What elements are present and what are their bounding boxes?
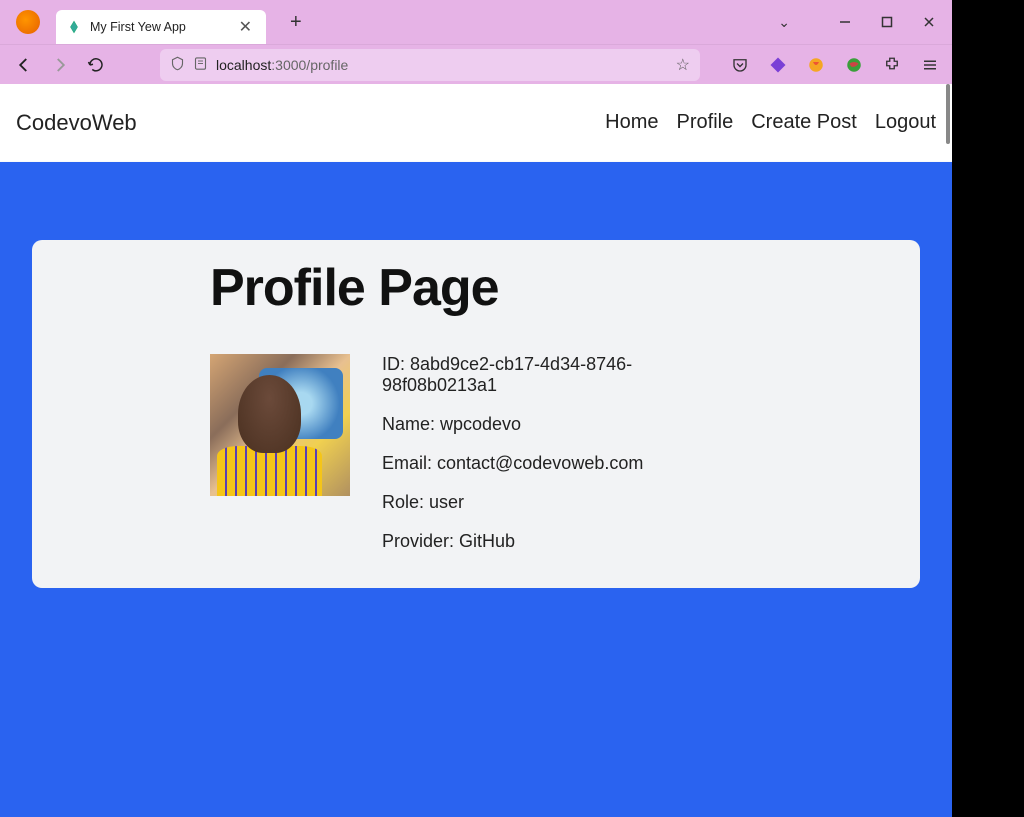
url-bar[interactable]: localhost:3000/profile ☆ [160,49,700,81]
nav-home[interactable]: Home [605,111,658,134]
profile-row: ID: 8abd9ce2-cb17-4d34-8746-98f08b0213a1… [210,354,742,552]
forward-button[interactable] [48,53,72,77]
app-header: CodevoWeb Home Profile Create Post Logou… [0,84,952,162]
url-text: localhost:3000/profile [216,57,668,73]
close-window-button[interactable] [922,15,936,29]
nav-logout[interactable]: Logout [875,111,936,134]
extension-purple-icon[interactable] [768,55,788,75]
window-controls [838,15,936,29]
extension-globe-icon[interactable] [844,55,864,75]
page-viewport: CodevoWeb Home Profile Create Post Logou… [0,84,952,817]
profile-id: ID: 8abd9ce2-cb17-4d34-8746-98f08b0213a1 [382,354,742,396]
scrollbar-thumb[interactable] [946,84,950,144]
menu-icon[interactable] [920,55,940,75]
toolbar-right [730,55,940,75]
nav-links: Home Profile Create Post Logout [605,111,936,134]
profile-role: Role: user [382,492,742,513]
titlebar-right: ⌄ [778,14,944,31]
new-tab-button[interactable]: + [282,7,310,38]
titlebar: My First Yew App ✕ + ⌄ [0,0,952,44]
profile-email: Email: contact@codevoweb.com [382,453,742,474]
brand-logo[interactable]: CodevoWeb [16,110,137,136]
browser-tab[interactable]: My First Yew App ✕ [56,10,266,44]
page-info-icon [193,56,208,74]
browser-window: My First Yew App ✕ + ⌄ [0,0,952,817]
browser-toolbar: localhost:3000/profile ☆ [0,44,952,84]
tab-favicon-icon [66,19,82,35]
scrollbar[interactable] [944,84,952,817]
pocket-icon[interactable] [730,55,750,75]
profile-card: Profile Page ID: 8abd9ce2-cb17-4d34-8746… [32,240,920,588]
firefox-icon [16,10,40,34]
avatar [210,354,350,496]
avatar-detail [217,446,322,496]
back-button[interactable] [12,53,36,77]
extensions-icon[interactable] [882,55,902,75]
app-body: Profile Page ID: 8abd9ce2-cb17-4d34-8746… [0,162,952,817]
shield-icon [170,56,185,74]
nav-profile[interactable]: Profile [677,111,734,134]
profile-info: ID: 8abd9ce2-cb17-4d34-8746-98f08b0213a1… [382,354,742,552]
tab-list-chevron-icon[interactable]: ⌄ [778,14,790,31]
nav-create-post[interactable]: Create Post [751,111,857,134]
bookmark-star-icon[interactable]: ☆ [676,55,690,75]
extension-orange-icon[interactable] [806,55,826,75]
page-title: Profile Page [210,258,742,318]
reload-button[interactable] [84,53,108,77]
close-tab-icon[interactable]: ✕ [235,17,256,37]
minimize-button[interactable] [838,15,852,29]
tab-title: My First Yew App [90,20,227,34]
profile-name: Name: wpcodevo [382,414,742,435]
url-host: localhost [216,57,271,73]
maximize-button[interactable] [880,15,894,29]
url-path: :3000/profile [271,57,348,73]
profile-provider: Provider: GitHub [382,531,742,552]
